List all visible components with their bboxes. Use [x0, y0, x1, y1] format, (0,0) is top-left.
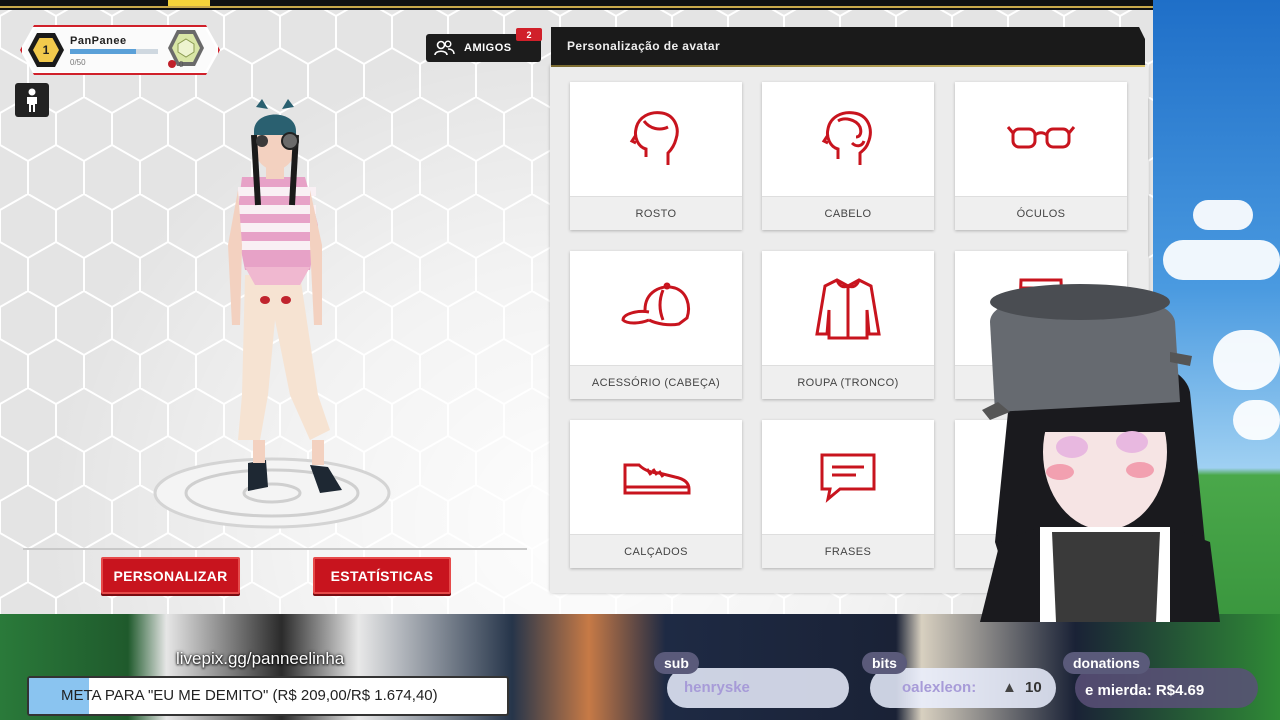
card-label: CABELO	[762, 196, 934, 230]
rank-emblem-inner	[172, 34, 200, 62]
donation-goal-bar: META PARA "EU ME DEMITO" (R$ 209,00/R$ 1…	[27, 676, 509, 716]
card-label: ÓCULOS	[955, 196, 1127, 230]
card-label: ROSTO	[570, 196, 742, 230]
cap-icon	[621, 282, 690, 327]
card-frases[interactable]: FRASES	[762, 420, 934, 568]
person-icon	[27, 88, 37, 112]
card-cabelo[interactable]: CABELO	[762, 82, 934, 230]
sub-tag: sub	[654, 652, 699, 674]
vtuber-avatar	[980, 284, 1220, 622]
bits-triangle-icon: ▲	[1002, 679, 1017, 696]
player-avatar[interactable]	[150, 95, 400, 535]
card-rosto[interactable]: ROSTO	[570, 82, 742, 230]
xp-progress-fill	[70, 49, 136, 54]
cloud	[1213, 330, 1280, 390]
panel-header-accent	[551, 65, 1145, 67]
section-divider	[23, 548, 527, 550]
panel-header: Personalização de avatar	[551, 27, 1145, 67]
card-acessorio-cabeca[interactable]: ACESSÓRIO (CABEÇA)	[570, 251, 742, 399]
friends-label: AMIGOS	[464, 42, 512, 54]
sub-alert: henryske	[667, 668, 849, 708]
top-bar	[0, 0, 1153, 10]
cloud	[1163, 240, 1280, 280]
jacket-icon	[815, 278, 881, 340]
card-label: ACESSÓRIO (CABEÇA)	[570, 365, 742, 399]
personalize-button[interactable]: PERSONALIZAR	[101, 557, 240, 594]
card-label: CALÇADOS	[570, 534, 742, 568]
donation-goal-text: META PARA "EU ME DEMITO" (R$ 209,00/R$ 1…	[61, 687, 438, 704]
card-label: FRASES	[762, 534, 934, 568]
level-number: 1	[33, 38, 59, 62]
bits-alert-value: oalexleon:	[902, 679, 977, 696]
speech-bubble-icon	[820, 453, 876, 503]
friends-notification-badge: 2	[516, 28, 542, 41]
bits-tag: bits	[862, 652, 907, 674]
donations-alert-value: e mierda: R$4.69	[1085, 682, 1205, 699]
panel-title: Personalização de avatar	[567, 39, 721, 53]
sub-alert-value: henryske	[684, 679, 750, 696]
rank-points-icon	[168, 60, 176, 68]
donations-tag: donations	[1063, 652, 1150, 674]
xp-text: 0/50	[70, 58, 86, 67]
card-roupa-tronco[interactable]: ROUPA (TRONCO)	[762, 251, 934, 399]
statistics-button[interactable]: ESTATÍSTICAS	[313, 557, 451, 594]
shoe-icon	[623, 463, 691, 495]
rank-points-value: 0	[179, 60, 184, 69]
cloud	[1233, 400, 1280, 440]
hair-icon	[821, 111, 872, 165]
rank-points: 0	[168, 60, 183, 69]
face-icon	[629, 111, 679, 165]
xp-progress-bar	[70, 49, 158, 54]
livepix-link[interactable]: livepix.gg/panneelinha	[176, 649, 344, 669]
card-calcados[interactable]: CALÇADOS	[570, 420, 742, 568]
top-bar-indicator	[168, 0, 210, 6]
player-name: PanPanee	[70, 35, 127, 47]
bits-alert: oalexleon: ▲ 10	[870, 668, 1056, 708]
avatar-view-button[interactable]	[15, 83, 49, 117]
donations-alert: e mierda: R$4.69	[1075, 668, 1258, 708]
cloud	[1193, 200, 1253, 230]
player-profile-badge[interactable]: 1 PanPanee 0/50 0	[20, 25, 220, 75]
bits-alert-amount: 10	[1025, 679, 1042, 696]
card-oculos[interactable]: ÓCULOS	[955, 82, 1127, 230]
friends-badge-count: 2	[526, 29, 532, 40]
friends-icon	[434, 40, 455, 56]
card-label: ROUPA (TRONCO)	[762, 365, 934, 399]
glasses-icon	[1006, 126, 1076, 149]
